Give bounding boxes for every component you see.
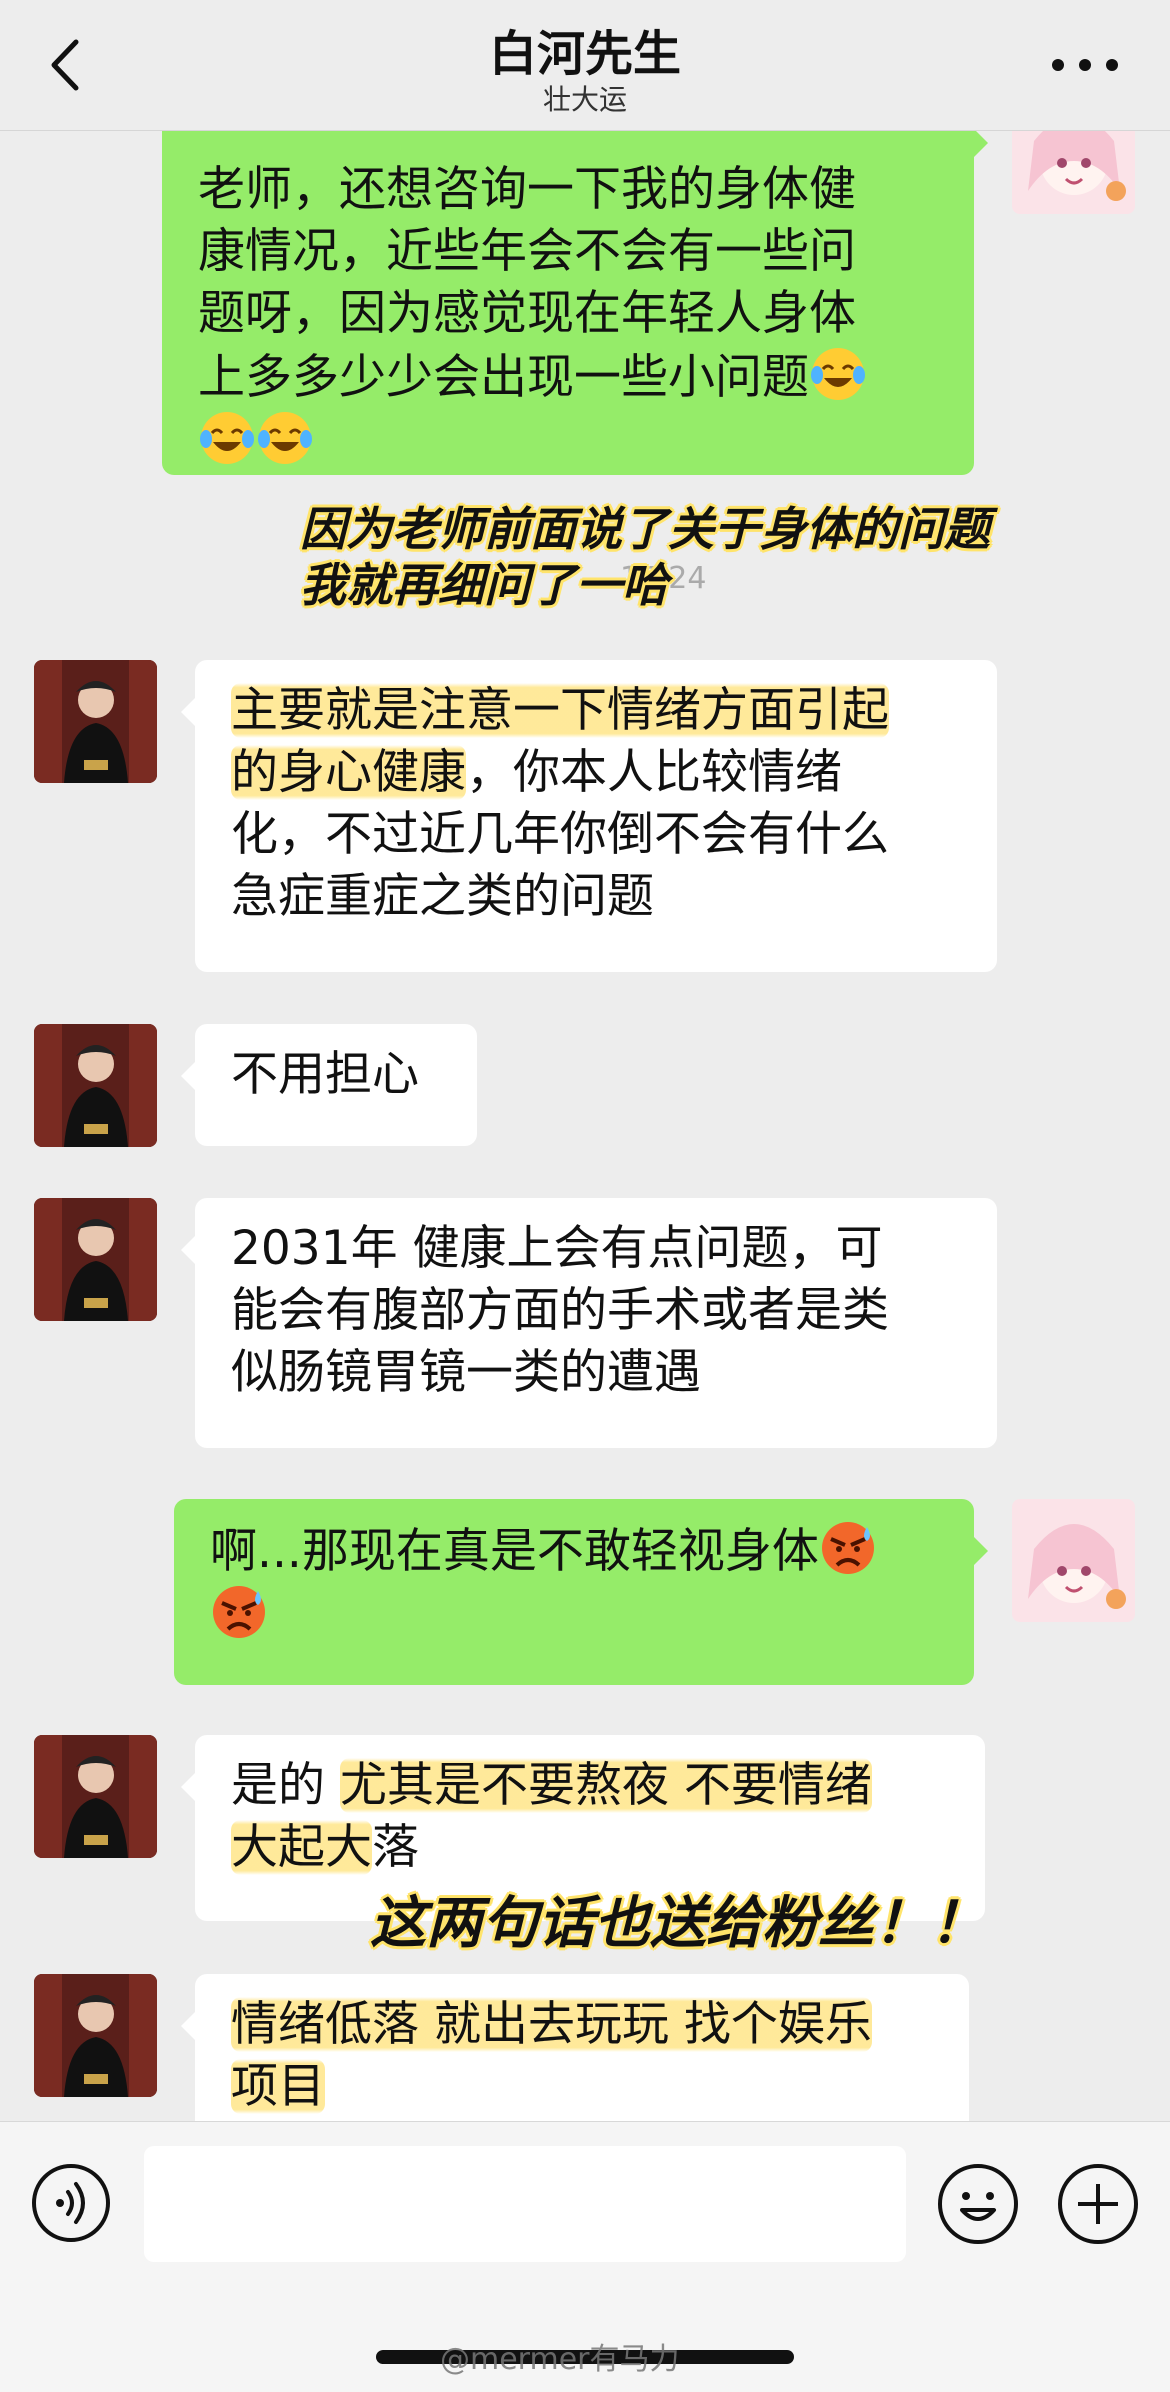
- annotation-note: 因为老师前面说了关于身体的问题 我就再细问了一哈: [300, 502, 990, 612]
- message-text: 康情况，近些年会不会有一些问: [198, 224, 856, 279]
- contact-avatar[interactable]: [34, 660, 157, 783]
- message-text: ，你本人比较情绪: [466, 745, 842, 800]
- message-text: 能会有腹部方面的手术或者是类: [231, 1283, 889, 1338]
- message-input-bar: @mermer有马力: [0, 2121, 1170, 2392]
- contact-avatar[interactable]: [34, 1198, 157, 1321]
- message-bubble-outgoing[interactable]: 啊...那现在真是不敢轻视身体: [174, 1499, 988, 1685]
- user-avatar[interactable]: [1012, 1499, 1135, 1622]
- message-text: 不用担心: [231, 1047, 419, 1102]
- message-bubble-incoming[interactable]: 2031年 健康上会有点问题，可 能会有腹部方面的手术或者是类 似肠镜胃镜一类的…: [181, 1198, 997, 1448]
- message-text: 似肠镜胃镜一类的遭遇: [231, 1345, 701, 1400]
- highlighted-text: 尤其是不要熬夜 不要情绪: [339, 1758, 872, 1813]
- highlighted-text: 大起大: [231, 1820, 372, 1875]
- message-text: 上多多少少会出现一些小问题: [198, 350, 809, 405]
- message-text: 化，不过近几年你倒不会有什么: [231, 807, 889, 862]
- chat-title: 白河先生: [488, 26, 681, 82]
- chat-header: 白河先生 壮大运: [0, 0, 1170, 131]
- highlighted-text: 情绪低落 就出去玩玩 找个娱乐: [231, 1997, 872, 2052]
- chat-message-list[interactable]: 老师，还想咨询一下我的身体健 康情况，近些年会不会有一些问 题呀，因为感觉现在年…: [0, 131, 1170, 2121]
- more-options-icon[interactable]: [1040, 40, 1130, 90]
- highlighted-text: 的身心健康: [231, 745, 466, 800]
- user-avatar[interactable]: [1012, 131, 1135, 214]
- contact-avatar[interactable]: [34, 1735, 157, 1858]
- emoji-picker-icon[interactable]: [936, 2162, 1020, 2246]
- contact-avatar[interactable]: [34, 1024, 157, 1147]
- message-text: 2031年 健康上会有点问题，可: [231, 1221, 883, 1276]
- weibo-watermark: @mermer有马力: [440, 2342, 680, 2377]
- message-bubble-incoming[interactable]: 情绪低落 就出去玩玩 找个娱乐 项目: [181, 1974, 969, 2121]
- laughing-tears-emoji: [200, 412, 254, 464]
- angry-sweat-emoji: [821, 1522, 874, 1574]
- laughing-tears-emoji: [258, 412, 312, 464]
- message-bubble-outgoing[interactable]: 老师，还想咨询一下我的身体健 康情况，近些年会不会有一些问 题呀，因为感觉现在年…: [162, 131, 988, 475]
- message-text: 题呀，因为感觉现在年轻人身体: [198, 286, 856, 341]
- voice-input-icon[interactable]: [30, 2162, 112, 2244]
- annotation-note: 这两句话也送给粉丝！！: [370, 1891, 986, 1956]
- message-text: 啊...那现在真是不敢轻视身体: [210, 1524, 819, 1579]
- message-bubble-incoming[interactable]: 主要就是注意一下情绪方面引起 的身心健康，你本人比较情绪 化，不过近几年你倒不会…: [181, 660, 997, 972]
- message-text-input[interactable]: [144, 2146, 906, 2262]
- message-text: 是的: [231, 1758, 340, 1813]
- highlighted-text: 项目: [231, 2059, 325, 2114]
- highlighted-text: 主要就是注意一下情绪方面引起: [231, 683, 889, 738]
- message-text: 老师，还想咨询一下我的身体健: [198, 162, 856, 217]
- message-text: 落: [372, 1820, 419, 1875]
- more-functions-plus-icon[interactable]: [1056, 2162, 1140, 2246]
- contact-avatar[interactable]: [34, 1974, 157, 2097]
- angry-sweat-emoji: [213, 1586, 265, 1638]
- message-text: 急症重症之类的问题: [231, 869, 654, 924]
- message-bubble-incoming[interactable]: 不用担心: [181, 1024, 477, 1146]
- chat-subtitle: 壮大运: [542, 83, 627, 116]
- laughing-tears-emoji: [811, 348, 865, 400]
